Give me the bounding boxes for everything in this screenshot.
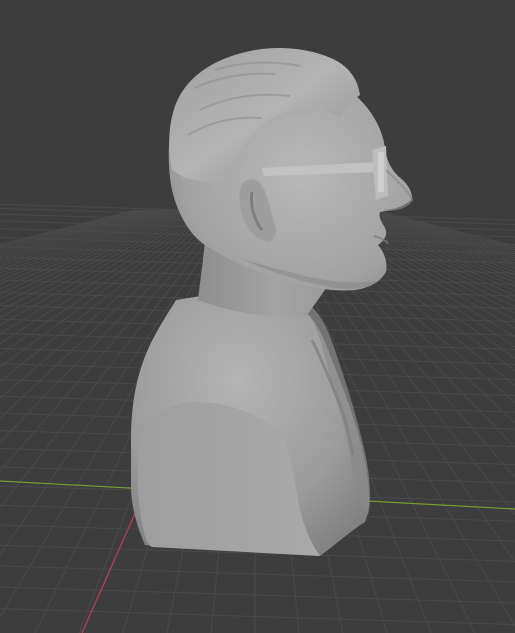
3d-viewport[interactable] [0,0,515,633]
viewport-canvas[interactable] [0,0,515,633]
glasses-lens-edge [378,152,384,192]
grid-line [0,586,515,604]
grid-line [0,608,515,626]
bust-mesh[interactable] [131,48,414,556]
grid-line [0,565,515,583]
